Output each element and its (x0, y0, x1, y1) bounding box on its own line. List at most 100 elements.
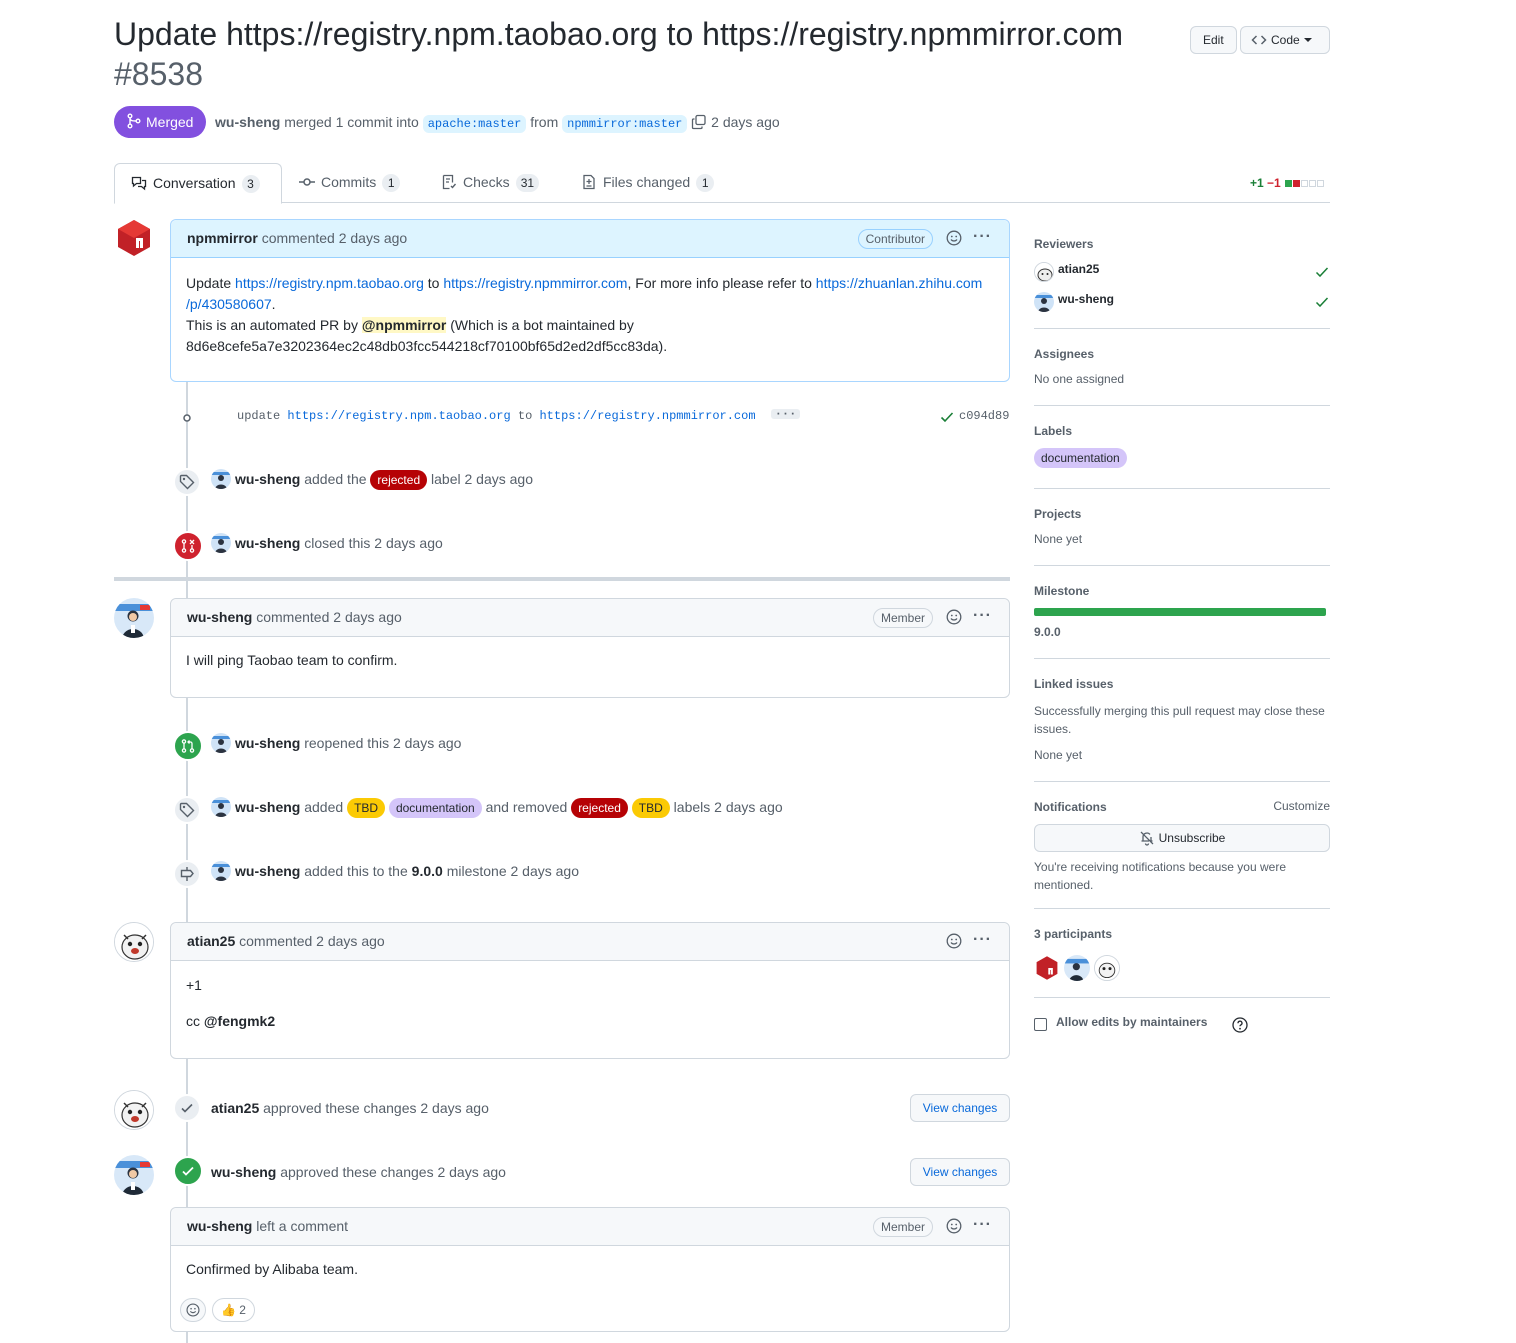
link[interactable]: https://registry.npm.taobao.org (287, 409, 510, 423)
event-labels-changed: wu-sheng added TBD documentation and rem… (211, 797, 783, 818)
sidebar-title[interactable]: Labels (1034, 423, 1330, 439)
event-user[interactable]: wu-sheng (235, 471, 300, 487)
base-branch[interactable]: apache:master (422, 115, 527, 133)
link[interactable]: /p/430580607 (186, 296, 272, 312)
smiley-icon[interactable] (946, 230, 962, 246)
author-link[interactable]: wu-sheng (215, 114, 280, 130)
avatar-wu-sheng[interactable] (114, 598, 154, 638)
sidebar-title[interactable]: Projects (1034, 506, 1330, 522)
tab-files-changed[interactable]: Files changed 1 (581, 163, 715, 203)
sidebar-title[interactable]: Linked issues (1034, 676, 1330, 692)
event-user[interactable]: wu-sheng (235, 799, 300, 815)
sidebar-title[interactable]: Assignees (1034, 346, 1330, 362)
kebab-menu-icon[interactable]: ··· (973, 229, 992, 245)
avatar-wu-sheng[interactable] (211, 533, 231, 553)
smiley-icon[interactable] (946, 1218, 962, 1234)
unsubscribe-button[interactable]: Unsubscribe (1034, 824, 1330, 852)
commit-message[interactable]: update https://registry.npm.taobao.org t… (237, 408, 801, 424)
participant-avatar-npmmirror[interactable] (1034, 955, 1060, 981)
comment-author[interactable]: atian25 (187, 933, 235, 949)
sidebar-title[interactable]: Milestone (1034, 583, 1330, 599)
allow-edits-row: Allow edits by maintainers (1034, 1015, 1330, 1035)
avatar-atian25[interactable] (114, 922, 154, 962)
add-reaction-button[interactable] (180, 1298, 206, 1322)
tab-checks[interactable]: Checks 31 (441, 163, 540, 203)
milestone-name[interactable]: 9.0.0 (1034, 625, 1330, 639)
label-documentation[interactable]: documentation (388, 798, 482, 818)
label-tbd[interactable]: TBD (631, 798, 670, 818)
participant-avatar-wu-sheng[interactable] (1064, 955, 1090, 981)
user-mention[interactable]: @npmmirror (361, 317, 447, 333)
link[interactable]: https://zhuanlan.zhihu.com (816, 275, 983, 291)
event-user[interactable]: wu-sheng (235, 535, 300, 551)
tag-badge (173, 468, 201, 496)
event-user[interactable]: wu-sheng (211, 1164, 276, 1180)
expand-commit-button[interactable]: ··· (770, 408, 801, 420)
reviewer-name: wu-sheng (1058, 292, 1114, 306)
event-user[interactable]: wu-sheng (235, 735, 300, 751)
text: label 2 days ago (431, 471, 533, 487)
pr-meta: wu-sheng merged 1 commit into apache:mas… (215, 112, 780, 134)
avatar-wu-sheng[interactable] (211, 797, 231, 817)
text: and removed (485, 799, 568, 815)
tab-conversation[interactable]: Conversation 3 (114, 163, 282, 204)
text: cc (186, 1013, 204, 1029)
event-user[interactable]: atian25 (211, 1100, 259, 1116)
edit-button[interactable]: Edit (1190, 26, 1237, 54)
sidebar-title[interactable]: Reviewers (1034, 236, 1330, 252)
participant-avatar-atian25[interactable] (1094, 955, 1120, 981)
commit-sha[interactable]: c094d89 (959, 408, 1009, 424)
customize-link[interactable]: Customize (1273, 799, 1330, 813)
text: Update (186, 275, 236, 291)
avatar-wu-sheng (1034, 292, 1054, 312)
event-user[interactable]: wu-sheng (235, 863, 300, 879)
text: update (237, 409, 288, 423)
notification-reason: You're receiving notifications because y… (1034, 860, 1286, 892)
allow-edits-label[interactable]: Allow edits by maintainers (1056, 1015, 1207, 1029)
thumbs-up-reaction[interactable]: 👍 2 (212, 1298, 255, 1322)
milestone-progress-bar (1034, 608, 1326, 616)
reviewer-item[interactable]: wu-sheng (1034, 290, 1330, 320)
allow-edits-checkbox[interactable] (1034, 1018, 1047, 1031)
kebab-menu-icon[interactable]: ··· (973, 608, 992, 624)
sidebar-notifications: Notifications Customize Unsubscribe You'… (1034, 799, 1330, 894)
avatar-wu-sheng[interactable] (211, 733, 231, 753)
smiley-icon[interactable] (946, 933, 962, 949)
link[interactable]: https://registry.npmmirror.com (539, 409, 755, 423)
milestone-link[interactable]: 9.0.0 (412, 863, 443, 879)
avatar-wu-sheng[interactable] (211, 861, 231, 881)
view-changes-button[interactable]: View changes (910, 1158, 1010, 1186)
avatar-wu-sheng[interactable] (211, 469, 231, 489)
question-icon[interactable] (1232, 1017, 1248, 1033)
comment-author[interactable]: npmmirror (187, 230, 258, 246)
caret-down-icon (1303, 38, 1312, 42)
comment-author[interactable]: wu-sheng (187, 609, 252, 625)
label-tbd[interactable]: TBD (347, 798, 386, 818)
link[interactable]: https://registry.npm.taobao.org (235, 275, 424, 291)
label-documentation[interactable]: documentation (1034, 448, 1127, 468)
text: (Which is a bot maintained by (446, 317, 634, 333)
head-branch[interactable]: npmmirror:master (562, 115, 688, 133)
label-rejected[interactable]: rejected (571, 798, 628, 818)
sidebar-divider (1034, 488, 1330, 489)
link[interactable]: https://registry.npmmirror.com (443, 275, 627, 291)
label-rejected[interactable]: rejected (370, 470, 428, 490)
kebab-menu-icon[interactable]: ··· (973, 1217, 992, 1233)
comment-author[interactable]: wu-sheng (187, 1218, 252, 1234)
reviewer-item[interactable]: atian25 (1034, 260, 1330, 290)
avatar-atian25[interactable] (114, 1090, 154, 1130)
copy-icon[interactable] (691, 114, 707, 130)
diffstat: +1 −1 (1250, 176, 1325, 190)
avatar-atian25 (1034, 262, 1054, 282)
avatar-wu-sheng[interactable] (114, 1155, 154, 1195)
diff-block (1293, 180, 1301, 187)
kebab-menu-icon[interactable]: ··· (973, 932, 992, 948)
pr-number: #8538 (114, 56, 203, 92)
code-button[interactable]: Code (1240, 26, 1330, 54)
user-mention[interactable]: @fengmk2 (204, 1013, 275, 1029)
tab-commits[interactable]: Commits 1 (299, 163, 401, 203)
check-icon[interactable] (939, 409, 955, 425)
avatar-npmmirror[interactable] (114, 218, 154, 258)
view-changes-button[interactable]: View changes (910, 1094, 1010, 1122)
smiley-icon[interactable] (946, 609, 962, 625)
